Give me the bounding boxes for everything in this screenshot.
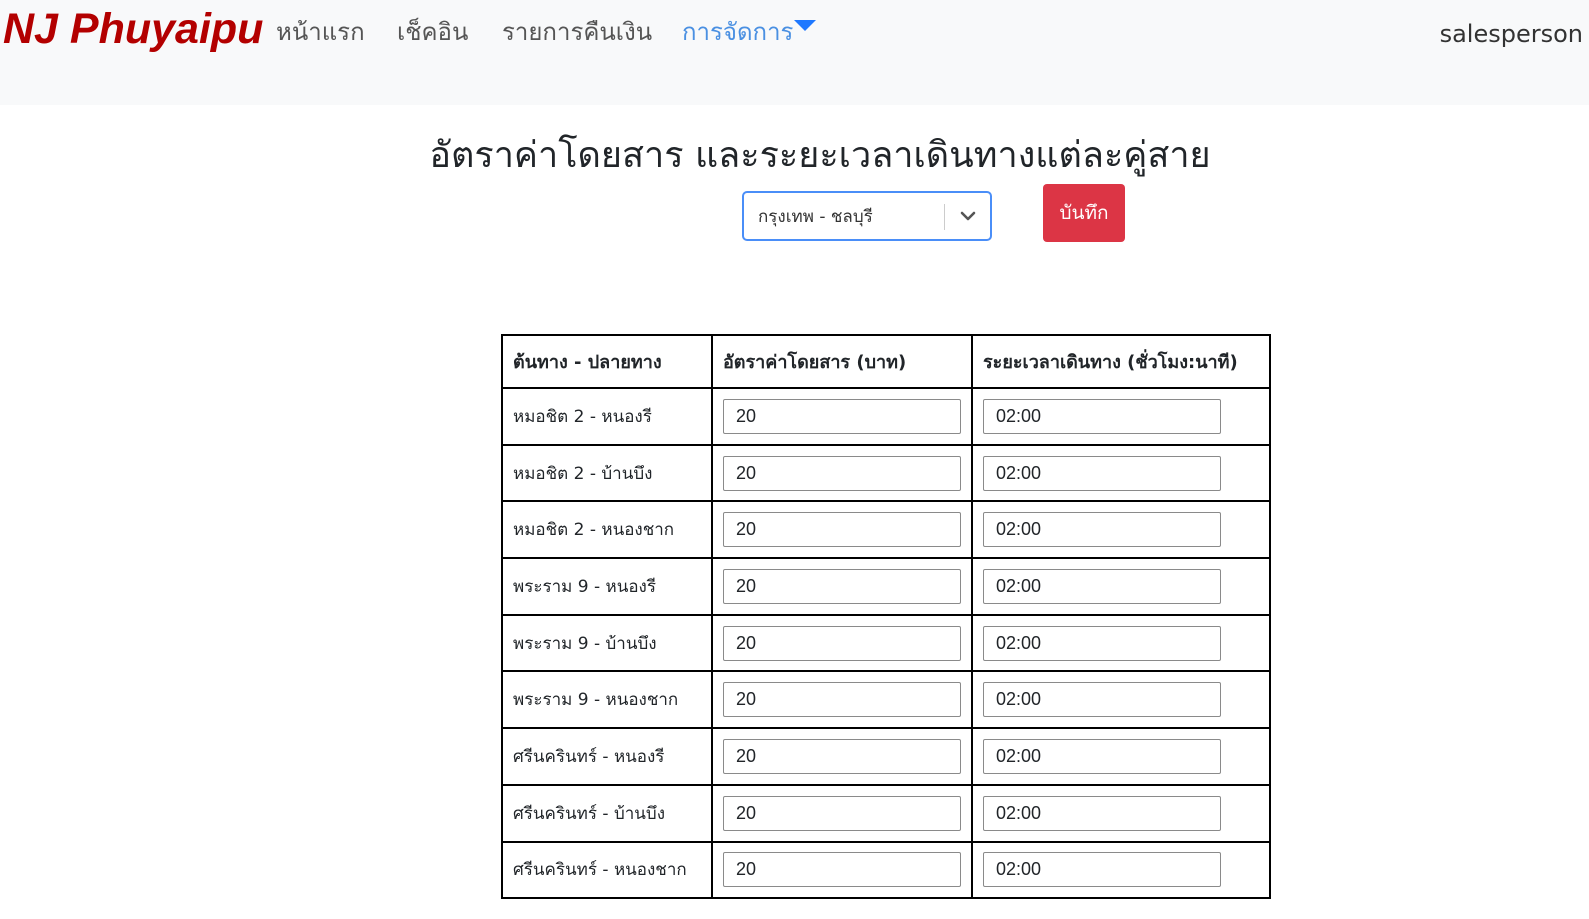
route-cell: พระราม 9 - หนองรี <box>501 557 713 616</box>
duration-input[interactable] <box>983 852 1221 888</box>
duration-cell <box>971 613 1271 673</box>
table-header-row: ต้นทาง - ปลายทาง อัตราค่าโดยสาร (บาท) ระ… <box>501 334 1271 389</box>
chevron-down-icon[interactable] <box>958 203 978 229</box>
fare-input[interactable] <box>723 852 961 888</box>
fare-input[interactable] <box>723 682 961 718</box>
duration-input[interactable] <box>983 512 1221 548</box>
route-select-separator <box>944 204 945 230</box>
fare-table: ต้นทาง - ปลายทาง อัตราค่าโดยสาร (บาท) ระ… <box>501 334 1271 900</box>
fare-cell <box>711 783 973 843</box>
duration-cell <box>971 443 1271 503</box>
route-cell: ศรีนครินทร์ - หนองชาก <box>501 840 713 900</box>
dropdown-caret-icon[interactable] <box>794 20 816 31</box>
fare-input[interactable] <box>723 738 961 774</box>
route-cell: หมอชิต 2 - หนองชาก <box>501 500 713 560</box>
duration-cell <box>971 840 1271 900</box>
fare-input[interactable] <box>723 568 961 604</box>
route-select[interactable]: กรุงเทพ - ชลบุรี <box>742 191 992 241</box>
brand-logo[interactable]: NJ Phuyaipu <box>3 2 263 56</box>
table-row: พระราม 9 - หนองชาก <box>501 670 1271 730</box>
duration-input[interactable] <box>983 682 1221 718</box>
route-cell: ศรีนครินทร์ - บ้านบึง <box>501 783 713 843</box>
header-route: ต้นทาง - ปลายทาง <box>501 334 713 389</box>
page-title: อัตราค่าโดยสาร และระยะเวลาเดินทางแต่ละคู… <box>429 135 1211 176</box>
nav-link-home[interactable]: หน้าแรก <box>276 14 365 50</box>
save-button[interactable]: บันทึก <box>1043 184 1125 242</box>
duration-cell <box>971 500 1271 560</box>
fare-cell <box>711 670 973 730</box>
table-row: พระราม 9 - บ้านบึง <box>501 613 1271 673</box>
header-fare: อัตราค่าโดยสาร (บาท) <box>711 334 973 389</box>
nav-link-management[interactable]: การจัดการ <box>682 14 793 50</box>
duration-input[interactable] <box>983 738 1221 774</box>
duration-input[interactable] <box>983 625 1221 661</box>
fare-input[interactable] <box>723 455 961 491</box>
duration-cell <box>971 727 1271 786</box>
fare-table-body: หมอชิต 2 - หนองรีหมอชิต 2 - บ้านบึงหมอชิ… <box>501 387 1271 900</box>
fare-cell <box>711 557 973 616</box>
table-row: ศรีนครินทร์ - หนองชาก <box>501 840 1271 900</box>
route-cell: หมอชิต 2 - หนองรี <box>501 387 713 446</box>
fare-input[interactable] <box>723 398 961 434</box>
fare-input[interactable] <box>723 795 961 831</box>
duration-input[interactable] <box>983 795 1221 831</box>
duration-input[interactable] <box>983 398 1221 434</box>
route-cell: พระราม 9 - หนองชาก <box>501 670 713 730</box>
table-row: หมอชิต 2 - บ้านบึง <box>501 443 1271 503</box>
table-row: ศรีนครินทร์ - บ้านบึง <box>501 783 1271 843</box>
top-navbar: NJ Phuyaipu หน้าแรก เช็คอิน รายการคืนเงิ… <box>0 0 1589 105</box>
fare-cell <box>711 443 973 503</box>
fare-input[interactable] <box>723 512 961 548</box>
fare-input[interactable] <box>723 625 961 661</box>
route-cell: พระราม 9 - บ้านบึง <box>501 613 713 673</box>
duration-input[interactable] <box>983 455 1221 491</box>
route-select-value: กรุงเทพ - ชลบุรี <box>758 207 873 227</box>
table-row: พระราม 9 - หนองรี <box>501 557 1271 616</box>
duration-cell <box>971 387 1271 446</box>
fare-cell <box>711 840 973 900</box>
nav-link-checkin[interactable]: เช็คอิน <box>397 14 468 50</box>
route-cell: ศรีนครินทร์ - หนองรี <box>501 727 713 786</box>
header-duration: ระยะเวลาเดินทาง (ชั่วโมง:นาที) <box>971 334 1271 389</box>
duration-cell <box>971 670 1271 730</box>
table-row: ศรีนครินทร์ - หนองรี <box>501 727 1271 786</box>
duration-cell <box>971 783 1271 843</box>
fare-cell <box>711 387 973 446</box>
route-cell: หมอชิต 2 - บ้านบึง <box>501 443 713 503</box>
table-row: หมอชิต 2 - หนองชาก <box>501 500 1271 560</box>
user-name[interactable]: salesperson <box>1440 16 1583 52</box>
fare-cell <box>711 500 973 560</box>
duration-cell <box>971 557 1271 616</box>
fare-cell <box>711 727 973 786</box>
fare-cell <box>711 613 973 673</box>
nav-link-refunds[interactable]: รายการคืนเงิน <box>502 14 652 50</box>
duration-input[interactable] <box>983 568 1221 604</box>
table-row: หมอชิต 2 - หนองรี <box>501 387 1271 446</box>
